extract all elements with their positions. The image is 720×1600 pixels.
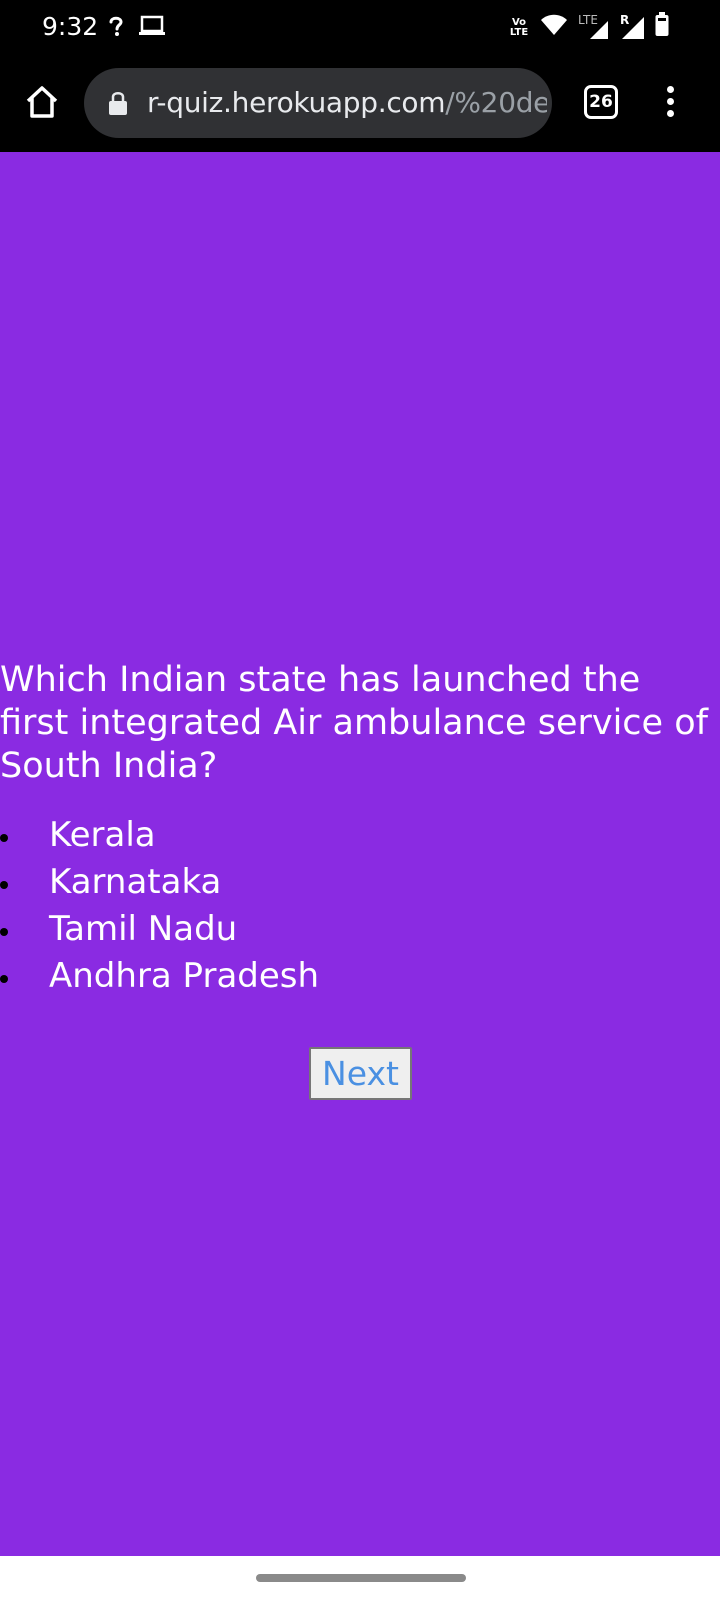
gesture-nav-bar: [0, 1556, 720, 1600]
tab-switcher-button[interactable]: 26: [584, 85, 618, 119]
next-button[interactable]: Next: [309, 1047, 412, 1100]
lock-icon: [109, 92, 127, 115]
option-item[interactable]: Tamil Nadu: [0, 906, 319, 953]
browser-toolbar: r-quiz.herokuapp.com/%20depl 26: [0, 54, 720, 152]
home-button[interactable]: [22, 82, 62, 122]
options-list: Kerala Karnataka Tamil Nadu Andhra Prade…: [0, 812, 319, 1000]
lte-icon: LTE: [576, 13, 610, 41]
laptop-icon: [138, 15, 166, 42]
option-item[interactable]: Andhra Pradesh: [0, 953, 319, 1000]
home-icon: [26, 86, 58, 118]
volte-label: Vo LTE: [509, 16, 529, 38]
battery-icon: [654, 12, 670, 43]
option-label: Karnataka: [49, 862, 222, 902]
status-bar: 9:32 Vo LTE LTE R: [0, 0, 720, 54]
home-gesture-handle[interactable]: [256, 1574, 466, 1582]
bullet-icon: [0, 975, 8, 983]
question-icon: [108, 14, 124, 43]
question-text: Which Indian state has launched the firs…: [0, 660, 708, 786]
option-label: Andhra Pradesh: [49, 956, 320, 996]
status-left-icons: [108, 14, 166, 43]
option-item[interactable]: Kerala: [0, 812, 319, 859]
url-bar[interactable]: r-quiz.herokuapp.com/%20depl: [84, 68, 552, 138]
more-vert-icon[interactable]: [660, 82, 680, 122]
url-text: r-quiz.herokuapp.com/%20depl: [147, 86, 547, 119]
status-right-icons: Vo LTE LTE R: [506, 12, 670, 43]
volte-icon: Vo LTE: [506, 16, 532, 38]
tab-count: 26: [589, 92, 613, 112]
url-host: r-quiz.herokuapp.com: [147, 86, 446, 119]
option-item[interactable]: Karnataka: [0, 859, 319, 906]
bullet-icon: [0, 881, 8, 889]
status-time: 9:32: [42, 12, 99, 41]
option-label: Tamil Nadu: [49, 909, 238, 949]
bullet-icon: [0, 928, 8, 936]
bullet-icon: [0, 834, 8, 842]
option-label: Kerala: [49, 815, 156, 855]
url-path: /%20depl: [445, 86, 547, 119]
wifi-icon: [540, 13, 568, 42]
quiz-page: Which Indian state has launched the firs…: [0, 152, 720, 1556]
roaming-signal-icon: R: [618, 13, 646, 41]
